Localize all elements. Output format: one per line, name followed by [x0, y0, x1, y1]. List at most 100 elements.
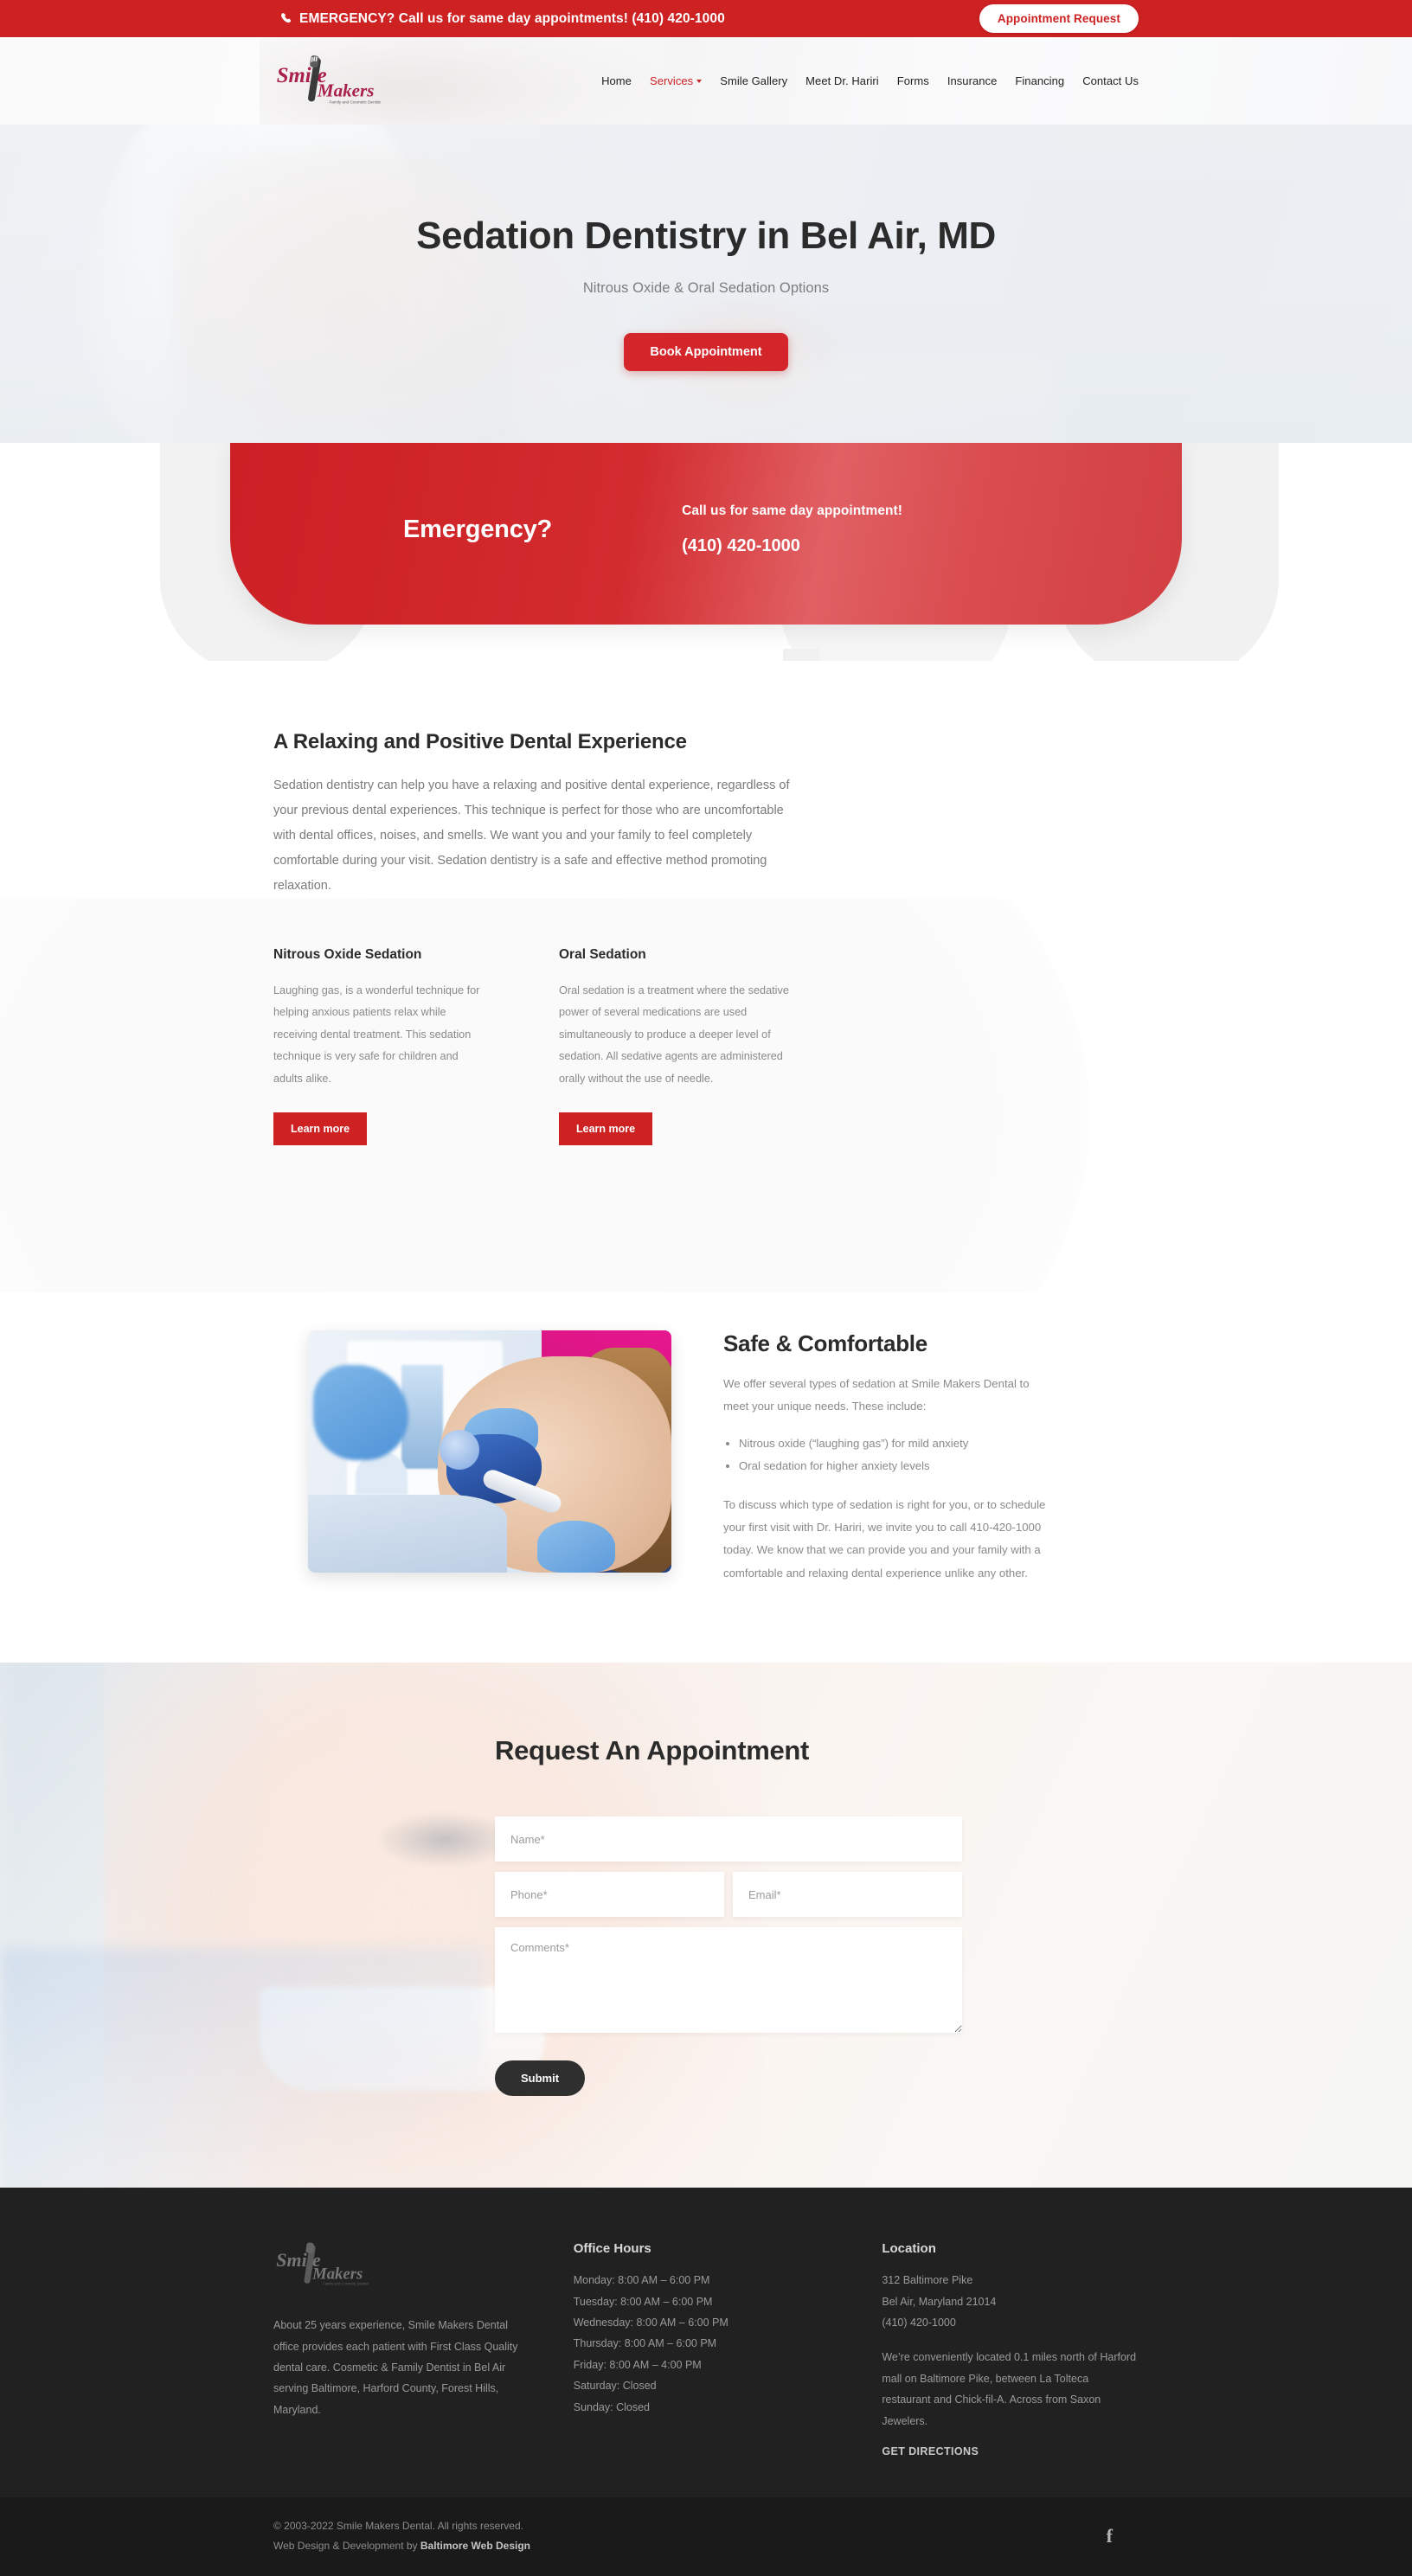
footer-phone-link[interactable]: (410) 420-1000: [882, 2312, 1139, 2333]
sedation-patient-photo: [308, 1330, 671, 1573]
nav-item-financing[interactable]: Financing: [1015, 74, 1064, 87]
form-row: [495, 1872, 962, 1918]
request-title: Request An Appointment: [495, 1735, 810, 1766]
topbar-message: EMERGENCY? Call us for same day appointm…: [280, 11, 725, 27]
card-oral-sedation: Oral Sedation Oral sedation is a treatme…: [559, 947, 844, 1146]
credit-link[interactable]: Baltimore Web Design: [420, 2540, 530, 2552]
relaxing-title: A Relaxing and Positive Dental Experienc…: [273, 730, 687, 753]
credit-prefix: Web Design & Development by: [273, 2540, 420, 2553]
logo-tagline: Family and Cosmetic Dentistry: [329, 99, 381, 104]
hours-monday: Monday: 8:00 AM – 6:00 PM: [573, 2274, 710, 2287]
email-field[interactable]: [733, 1872, 962, 1918]
safe-comfortable-section: Safe & Comfortable We offer several type…: [0, 1292, 1412, 1663]
hero-content: Sedation Dentistry in Bel Air, MD Nitrou…: [0, 125, 1412, 371]
footer-columns: Smile Makers Family and Cosmetic Dentist…: [273, 2241, 1139, 2459]
nav-item-smile-gallery[interactable]: Smile Gallery: [720, 74, 787, 87]
nav-item-services[interactable]: Services: [649, 74, 703, 87]
topbar-inner: EMERGENCY? Call us for same day appointm…: [273, 4, 1139, 33]
page-root: EMERGENCY? Call us for same day appointm…: [0, 0, 1412, 2576]
hours-friday: Friday: 8:00 AM – 4:00 PM: [573, 2358, 702, 2371]
relaxing-container: A Relaxing and Positive Dental Experienc…: [273, 730, 1139, 899]
emergency-card: Emergency? Call us for same day appointm…: [230, 443, 1182, 625]
appointment-form: Submit: [495, 1817, 962, 2097]
safe-bullet-list: Nitrous oxide (“laughing gas”) for mild …: [739, 1432, 1052, 1478]
footer-hours-column: Office Hours Monday: 8:00 AM – 6:00 PM T…: [574, 2241, 831, 2459]
nav-item-contact-us[interactable]: Contact Us: [1082, 74, 1139, 87]
facebook-icon[interactable]: f: [1107, 2525, 1139, 2547]
hours-saturday: Saturday: Closed: [573, 2380, 657, 2393]
safe-outro: To discuss which type of sedation is rig…: [723, 1497, 1046, 1580]
page-title: Sedation Dentistry in Bel Air, MD: [416, 215, 996, 257]
chevron-down-icon: [696, 80, 703, 83]
footer-directions-text: We’re conveniently located 0.1 miles nor…: [882, 2351, 1137, 2427]
emergency-contact: Call us for same day appointment! (410) …: [682, 503, 902, 556]
address-line-2: Bel Air, Maryland 21014: [882, 2295, 997, 2308]
footer-about-text: About 25 years experience, Smile Makers …: [273, 2319, 518, 2416]
footer-bottom-bar: © 2003-2022 Smile Makers Dental. All rig…: [0, 2496, 1412, 2576]
hero-subtitle: Nitrous Oxide & Oral Sedation Options: [582, 280, 830, 296]
name-field[interactable]: [495, 1817, 962, 1862]
list-item: Nitrous oxide (“laughing gas”) for mild …: [739, 1432, 1052, 1455]
footer-about-column: Smile Makers Family and Cosmetic Dentist…: [273, 2241, 522, 2459]
safe-intro: We offer several types of sedation at Sm…: [723, 1377, 1030, 1413]
footer-location-title: Location: [882, 2241, 936, 2257]
safe-row: Safe & Comfortable We offer several type…: [273, 1330, 1139, 1585]
address-line-1: 312 Baltimore Pike: [882, 2274, 973, 2287]
emergency-phone-link[interactable]: (410) 420-1000: [682, 536, 902, 556]
appointment-request-button[interactable]: Appointment Request: [979, 4, 1139, 33]
nav-item-meet-dr-hariri[interactable]: Meet Dr. Hariri: [805, 74, 879, 87]
card-body: Laughing gas, is a wonderful technique f…: [273, 984, 480, 1085]
card-title: Nitrous Oxide Sedation: [273, 947, 422, 962]
logo-word-makers: Makers: [317, 80, 375, 100]
card-nitrous-oxide: Nitrous Oxide Sedation Laughing gas, is …: [273, 947, 559, 1146]
nav-item-home[interactable]: Home: [601, 74, 632, 87]
footer-legal: © 2003-2022 Smile Makers Dental. All rig…: [273, 2516, 530, 2557]
copyright-text: © 2003-2022 Smile Makers Dental. All rig…: [273, 2519, 523, 2532]
smile-makers-logo-icon: Smile Makers Family and Cosmetic Dentist…: [277, 54, 384, 104]
main-nav: Home Services Smile Gallery Meet Dr. Har…: [601, 74, 1139, 87]
footer-location-column: Location 312 Baltimore Pike Bel Air, Mar…: [882, 2241, 1139, 2459]
safe-text-column: Safe & Comfortable We offer several type…: [723, 1330, 1052, 1585]
submit-button[interactable]: Submit: [495, 2060, 586, 2097]
hours-tuesday: Tuesday: 8:00 AM – 6:00 PM: [573, 2295, 713, 2308]
phone-icon: [280, 12, 293, 25]
relaxing-body: Sedation dentistry can help you have a r…: [273, 779, 790, 893]
site-footer: Smile Makers Family and Cosmetic Dentist…: [0, 2188, 1412, 2497]
emergency-call-text: Call us for same day appointment!: [682, 503, 902, 518]
cards-container: Nitrous Oxide Sedation Laughing gas, is …: [273, 947, 1139, 1146]
request-inner: Request An Appointment Submit: [273, 1663, 1139, 2097]
site-header: Smile Makers Family and Cosmetic Dentist…: [0, 37, 1412, 125]
emergency-section: Emergency? Call us for same day appointm…: [0, 443, 1412, 661]
footer-logo[interactable]: Smile Makers Family and Cosmetic Dentist…: [273, 2242, 372, 2293]
sedation-types-section: Nitrous Oxide Sedation Laughing gas, is …: [0, 899, 1412, 1293]
safe-container: Safe & Comfortable We offer several type…: [273, 1330, 1139, 1585]
footer-bottom-inner: © 2003-2022 Smile Makers Dental. All rig…: [273, 2516, 1139, 2557]
card-title: Oral Sedation: [559, 947, 646, 962]
site-logo[interactable]: Smile Makers Family and Cosmetic Dentist…: [273, 54, 384, 109]
nav-item-insurance[interactable]: Insurance: [947, 74, 998, 87]
nav-item-services-label: Services: [649, 74, 694, 87]
hours-wednesday: Wednesday: 8:00 AM – 6:00 PM: [573, 2316, 728, 2329]
book-appointment-button[interactable]: Book Appointment: [624, 333, 788, 371]
footer-logo-word-makers: Makers: [311, 2265, 363, 2284]
footer-logo-tagline: Family and Cosmetic Dentistry: [323, 2282, 369, 2286]
decorative-tab: [783, 649, 819, 661]
footer-hours-title: Office Hours: [573, 2241, 651, 2257]
learn-more-nitrous-button[interactable]: Learn more: [273, 1112, 368, 1146]
topbar-message-text: EMERGENCY? Call us for same day appointm…: [299, 10, 725, 26]
phone-field[interactable]: [495, 1872, 724, 1918]
emergency-topbar: EMERGENCY? Call us for same day appointm…: [0, 0, 1412, 37]
get-directions-link[interactable]: GET DIRECTIONS: [882, 2445, 979, 2457]
comments-field[interactable]: [495, 1927, 962, 2034]
hours-thursday: Thursday: 8:00 AM – 6:00 PM: [573, 2337, 717, 2350]
cards-row: Nitrous Oxide Sedation Laughing gas, is …: [273, 947, 1139, 1146]
hours-sunday: Sunday: Closed: [573, 2400, 650, 2413]
safe-title: Safe & Comfortable: [723, 1330, 927, 1357]
request-appointment-section: Request An Appointment Submit: [0, 1663, 1412, 2188]
card-body: Oral sedation is a treatment where the s…: [559, 984, 789, 1085]
list-item: Oral sedation for higher anxiety levels: [739, 1455, 1052, 1477]
nav-item-forms[interactable]: Forms: [897, 74, 929, 87]
hero-banner: Sedation Dentistry in Bel Air, MD Nitrou…: [0, 125, 1412, 443]
relaxing-experience-section: A Relaxing and Positive Dental Experienc…: [0, 661, 1412, 899]
learn-more-oral-button[interactable]: Learn more: [559, 1112, 653, 1146]
